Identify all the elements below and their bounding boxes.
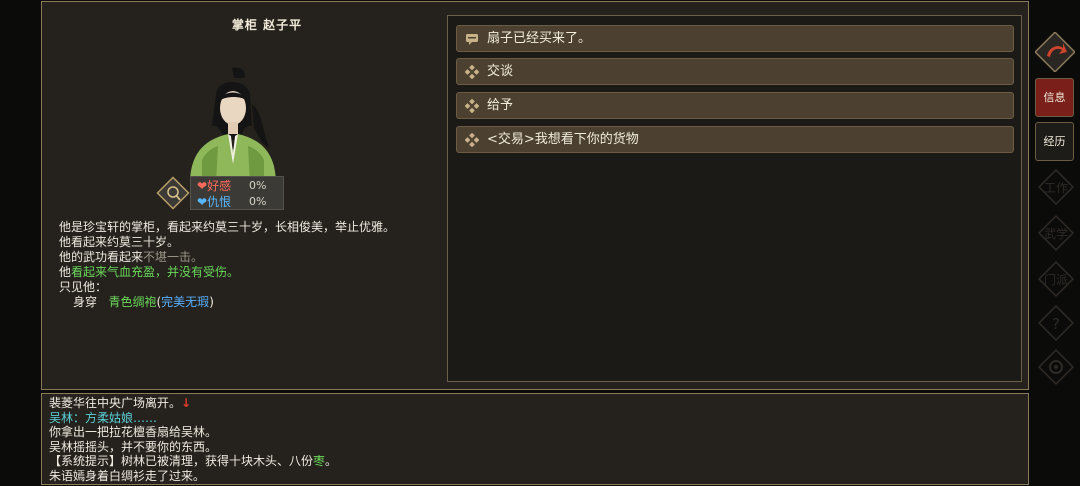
log-line: 吴林：方柔姑娘…… <box>49 410 158 425</box>
message-log[interactable]: 裴菱华往中央广场离开。↓ 吴林：方柔姑娘…… 你拿出一把拉花檀香扇给吴林。 吴林… <box>41 393 1029 485</box>
npc-panel: 掌柜 赵子平 ❤好感 0% ❤仇恨 0% 他是珍宝轩的掌柜，看起来约莫三十岁，长… <box>41 1 1029 390</box>
heart-icon: ❤ <box>197 179 208 193</box>
option-label: 交谈 <box>487 64 514 79</box>
settings-gear-icon[interactable] <box>1037 348 1075 386</box>
log-lines: 裴菱华往中央广场离开。↓ 吴林：方柔姑娘…… 你拿出一把拉花檀香扇给吴林。 吴林… <box>49 396 337 484</box>
log-item: 枣 <box>313 454 326 469</box>
desc-line: 只见他： <box>59 280 108 294</box>
chat-bubble-icon <box>466 34 478 45</box>
hatred-label: 仇恨 <box>207 195 232 209</box>
diamond-ornament-icon <box>465 99 479 113</box>
desc-line: 他看起来气血充盈，并没有受伤。 <box>59 265 419 280</box>
affinity-row: ❤好感 0% <box>197 178 266 194</box>
log-line: 你拿出一把拉花檀香扇给吴林。 <box>49 425 218 440</box>
hatred-value: 0% <box>249 195 267 208</box>
option-talk[interactable]: 交谈 <box>456 58 1014 85</box>
svg-text:工作: 工作 <box>1044 181 1068 195</box>
paren-close: ) <box>209 295 214 309</box>
log-text: 。 <box>325 454 338 469</box>
diamond-ornament-icon <box>465 133 479 147</box>
help-icon[interactable]: ? <box>1037 304 1075 342</box>
log-text: 裴菱华往中央广场离开。 <box>49 396 182 410</box>
relation-table: ❤好感 0% ❤仇恨 0% <box>190 176 284 210</box>
option-label: 扇子已经买来了。 <box>487 31 592 46</box>
equipment-line: 身穿 青色绸袍(完美无瑕) <box>59 295 419 310</box>
svg-text:?: ? <box>1052 315 1060 333</box>
affinity-label: 好感 <box>207 179 232 193</box>
health-status: 看起来气血充盈，并没有受伤。 <box>71 265 240 279</box>
desc-text: 他 <box>59 265 72 279</box>
option-fan-bought[interactable]: 扇子已经买来了。 <box>456 25 1014 52</box>
hatred-row: ❤仇恨 0% <box>197 194 266 210</box>
right-sidebar: 信息 经历 工作 武学 门派 ? <box>1033 0 1080 486</box>
svg-text:门派: 门派 <box>1044 272 1068 287</box>
info-tab[interactable]: 信息 <box>1035 78 1074 117</box>
option-label: <交易>我想看下你的货物 <box>487 132 639 147</box>
wear-label: 身穿 <box>73 295 98 309</box>
log-line: 吴林摇摇头，并不要你的东西。 <box>49 439 218 454</box>
desc-line: 他的武功看起来不堪一击。 <box>59 250 419 265</box>
martial-arts-icon[interactable]: 武学 <box>1037 214 1075 252</box>
equipment-item[interactable]: 青色绸袍 <box>108 295 156 309</box>
npc-title: 掌柜 赵子平 <box>231 18 303 32</box>
broken-heart-icon: ❤ <box>197 195 208 209</box>
log-line: 朱语嫣身着白绸衫走了过来。 <box>49 468 206 483</box>
option-give[interactable]: 给予 <box>456 92 1014 119</box>
diamond-ornament-icon <box>465 65 479 79</box>
relation-emblem-icon <box>156 176 190 210</box>
option-label: 给予 <box>487 98 514 113</box>
npc-portrait <box>190 67 276 184</box>
log-line: 裴菱华往中央广场离开。↓ <box>49 396 337 411</box>
equipment-condition: 完美无瑕 <box>161 295 210 309</box>
log-line: 【系统提示】树林已被清理，获得十块木头、八份枣。 <box>49 454 337 469</box>
option-trade[interactable]: <交易>我想看下你的货物 <box>456 126 1014 153</box>
affinity-value: 0% <box>249 179 267 192</box>
npc-description: 他是珍宝轩的掌柜，看起来约莫三十岁，长相俊美，举止优雅。 他看起来约莫三十岁。 … <box>59 220 419 310</box>
history-tab[interactable]: 经历 <box>1035 122 1074 161</box>
martial-rating: 不堪一击。 <box>143 250 204 264</box>
svg-text:武学: 武学 <box>1044 226 1068 241</box>
desc-text: 他的武功看起来 <box>59 250 144 264</box>
work-icon[interactable]: 工作 <box>1037 168 1075 206</box>
back-arrow-button[interactable] <box>1035 32 1075 72</box>
sect-icon[interactable]: 门派 <box>1037 260 1075 298</box>
relation-box: ❤好感 0% ❤仇恨 0% <box>156 176 286 210</box>
desc-line: 他看起来约莫三十岁。 <box>59 235 180 249</box>
desc-line: 他是珍宝轩的掌柜，看起来约莫三十岁，长相俊美，举止优雅。 <box>59 220 396 234</box>
log-text: 【系统提示】树林已被清理，获得十块木头、八份 <box>49 454 314 469</box>
down-arrow-icon[interactable]: ↓ <box>181 396 191 410</box>
dialog-options-area: 扇子已经买来了。 交谈 给予 <交易>我想看下你的货物 <box>447 15 1022 382</box>
